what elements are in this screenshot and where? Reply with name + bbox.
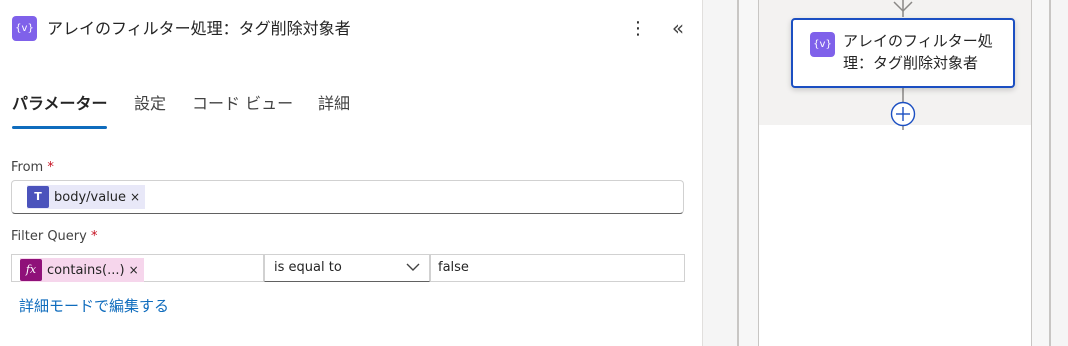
dynamic-content-token[interactable]: T body/value × [27,185,146,209]
operator-selected-value: is equal to [274,260,342,275]
variable-action-icon: {v} [12,16,37,41]
more-options-icon[interactable]: ⋮ [628,17,648,41]
variable-action-icon: {v} [810,32,835,57]
tab-settings[interactable]: 設定 [134,93,166,115]
from-input[interactable]: T body/value × [11,180,684,214]
operator-dropdown[interactable]: is equal to [264,254,430,282]
action-card-title: アレイのフィルター処理：タグ削除対象者 [843,32,993,72]
add-step-icon[interactable] [890,101,916,127]
chevron-down-icon [406,263,420,271]
right-operand-value: false [438,260,469,275]
remove-token-icon[interactable]: × [129,263,144,277]
filter-right-operand-input[interactable]: false [430,254,685,282]
active-tab-indicator [12,126,107,129]
filter-query-label: Filter Query * [11,229,98,244]
expression-token[interactable]: fx contains(...) × [20,258,144,282]
collapse-panel-icon[interactable]: « [666,17,690,41]
incoming-arrow-icon [893,0,913,17]
from-label: From * [11,160,54,175]
required-marker: * [47,160,54,175]
required-marker: * [90,229,98,244]
remove-token-icon[interactable]: × [130,190,145,204]
tab-parameters[interactable]: パラメーター [12,93,108,115]
panel-title[interactable]: アレイのフィルター処理：タグ削除対象者 [47,17,351,41]
filter-array-action-card[interactable]: {v} アレイのフィルター処理：タグ削除対象者 [791,18,1015,88]
action-details-panel: {v} アレイのフィルター処理：タグ削除対象者 ⋮ « パラメーター 設定 コー… [0,0,702,346]
tab-code-view[interactable]: コード ビュー [192,93,293,115]
teams-icon: T [27,186,49,208]
token-label: body/value [54,189,127,205]
token-label: contains(...) [47,262,125,278]
advanced-mode-link[interactable]: 詳細モードで編集する [19,295,169,316]
fx-icon: fx [20,259,42,281]
tab-details[interactable]: 詳細 [318,93,350,115]
filter-left-operand-input[interactable]: fx contains(...) × [11,254,264,282]
flow-canvas[interactable]: {v} アレイのフィルター処理：タグ削除対象者 [703,0,1068,346]
